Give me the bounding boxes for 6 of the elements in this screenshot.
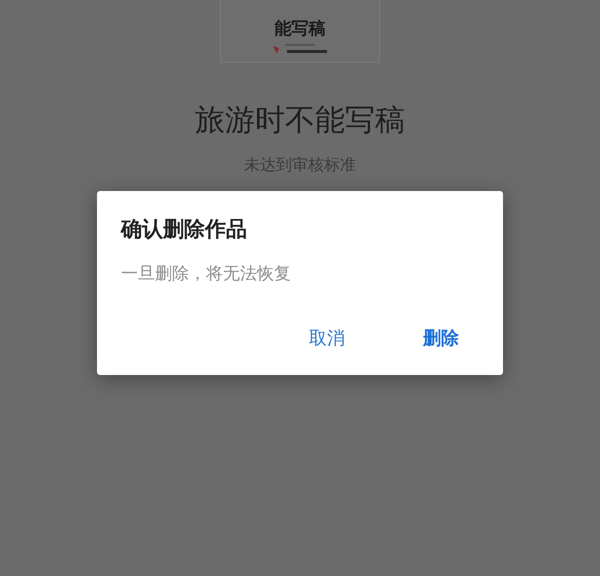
dialog-title: 确认删除作品: [121, 217, 248, 242]
cover-title: 能写稿: [274, 21, 326, 38]
dialog-message: 一旦删除，将无法恢复: [121, 263, 292, 286]
confirm-button[interactable]: 删除: [403, 324, 479, 354]
cancel-button[interactable]: 取消: [289, 324, 365, 354]
work-title: 旅游时不能写稿: [195, 103, 405, 139]
